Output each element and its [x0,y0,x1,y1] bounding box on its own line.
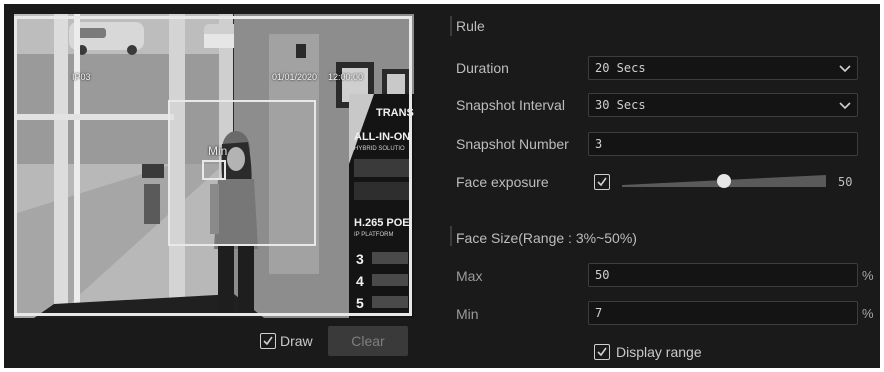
checkmark-icon [597,347,607,357]
display-range-label: Display range [616,344,702,360]
duration-label: Duration [456,60,509,76]
max-unit: % [862,268,874,283]
rule-section-title: Rule [456,18,485,34]
face-exposure-checkbox[interactable] [594,174,610,190]
face-detection-settings-panel: TRANS ALL-IN-ON HYBRID SOLUTIO H.265 POE… [4,4,880,368]
display-range-checkbox[interactable] [594,344,610,360]
min-face-size-input[interactable]: 7 [588,301,858,325]
draw-checkbox[interactable] [260,333,276,349]
clear-button[interactable]: Clear [328,326,408,356]
max-label: Max [456,268,483,284]
snapshot-interval-value: 30 Secs [595,98,646,112]
min-face-size-value: 7 [595,306,603,320]
snapshot-number-value: 3 [595,137,603,151]
face-exposure-slider-thumb[interactable] [717,174,731,188]
checkmark-icon [263,336,273,346]
checkmark-icon [597,177,607,187]
draw-label: Draw [280,333,313,349]
rule-section-marker [450,16,452,36]
snapshot-interval-label: Snapshot Interval [456,97,565,113]
min-unit: % [862,306,874,321]
face-size-section-marker [450,226,452,246]
camera-preview[interactable]: TRANS ALL-IN-ON HYBRID SOLUTIO H.265 POE… [14,14,414,318]
max-face-size-input[interactable]: 50 [588,263,858,287]
duration-value: 20 Secs [595,61,646,75]
chevron-down-icon [839,102,851,110]
detection-area-box[interactable] [168,100,316,246]
face-exposure-value: 50 [838,175,853,189]
chevron-down-icon [839,65,851,73]
face-size-section-title: Face Size(Range : 3%~50%) [456,230,637,246]
face-exposure-slider[interactable] [620,173,828,189]
snapshot-number-label: Snapshot Number [456,136,569,152]
snapshot-number-input[interactable]: 3 [588,132,858,156]
min-label: Min [456,306,479,322]
min-box-label: Min [208,144,228,158]
snapshot-interval-select[interactable]: 30 Secs [588,93,858,117]
duration-select[interactable]: 20 Secs [588,56,858,80]
face-exposure-label: Face exposure [456,174,549,190]
max-face-size-value: 50 [595,268,610,282]
min-face-size-box[interactable] [202,160,226,180]
